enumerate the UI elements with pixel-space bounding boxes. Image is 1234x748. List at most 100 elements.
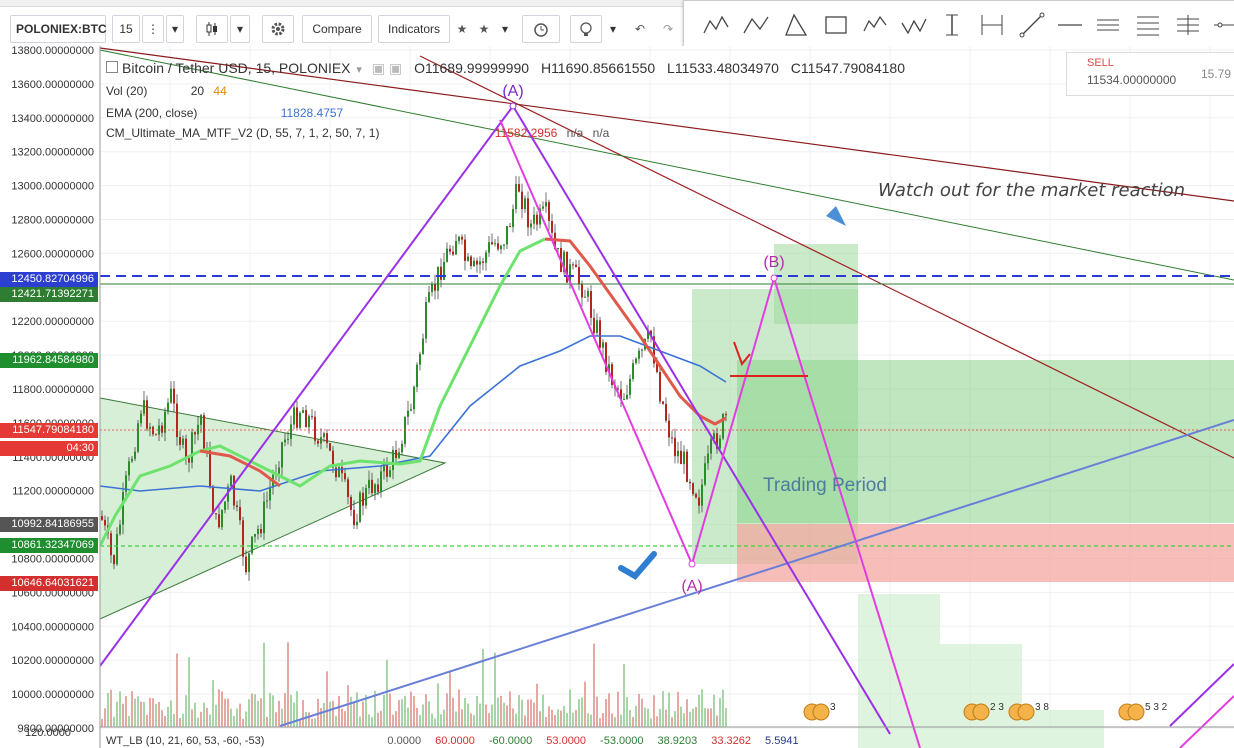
cm-ma-name[interactable]: CM_Ultimate_MA_MTF_V2 (D, 55, 7, 1, 2, 5… — [106, 126, 379, 140]
parallel-channel-icon[interactable] — [1094, 11, 1122, 39]
volume-bar — [632, 717, 634, 727]
candle-body — [659, 372, 661, 402]
candle-body — [263, 501, 265, 534]
wt-lb-value: 5.5941 — [765, 735, 799, 747]
undo-icon[interactable]: ↶ — [627, 15, 653, 43]
candle-body — [392, 449, 394, 471]
horizontal-ray-icon[interactable] — [1056, 11, 1084, 39]
candle-body — [545, 202, 547, 207]
candle-body — [425, 302, 427, 339]
volume-bar — [494, 652, 496, 727]
legend-title[interactable]: Bitcoin / Tether USD, 15, POLONIEX — [122, 60, 351, 76]
redo-icon[interactable]: ↷ — [655, 15, 681, 43]
volume-bar — [662, 690, 664, 727]
symbol-search[interactable]: POLONIEX:BTC — [10, 15, 107, 43]
candle-body — [626, 394, 628, 399]
candle-body — [230, 475, 232, 487]
template-star-icon[interactable]: ★ — [474, 15, 494, 43]
volume-bar — [341, 708, 343, 727]
abcd-pattern-icon[interactable] — [742, 11, 770, 39]
sell-order-panel[interactable]: SELL 11534.00000000 15.79 — [1066, 52, 1234, 96]
alert-clock-icon[interactable] — [522, 15, 560, 43]
volume-value-1: 20 — [190, 84, 205, 98]
event-flag-icon[interactable] — [1017, 703, 1035, 721]
candle-body — [575, 264, 577, 268]
volume-bar — [266, 716, 268, 727]
event-flag-icon[interactable] — [812, 703, 830, 721]
candle-body — [158, 425, 160, 435]
sell-price[interactable]: 11534.00000000 — [1087, 73, 1176, 87]
candle-body — [401, 443, 403, 453]
volume-bar — [245, 711, 247, 727]
interval-dropdown-icon[interactable]: ▾ — [166, 15, 184, 43]
label-b: (B) — [763, 254, 784, 271]
candle-body — [221, 509, 223, 528]
date-range-icon[interactable] — [978, 11, 1006, 39]
more-menu-icon[interactable]: ⋮ — [142, 15, 164, 43]
volume-bar — [194, 702, 196, 727]
volume-bar — [152, 698, 154, 727]
pivot-point-a-top[interactable] — [509, 102, 517, 110]
event-flag-icon[interactable] — [1127, 703, 1145, 721]
candle-body — [584, 296, 586, 298]
template-dropdown-icon[interactable]: ▾ — [496, 15, 514, 43]
style-dropdown-icon[interactable]: ▾ — [230, 15, 250, 43]
volume-bar — [566, 713, 568, 727]
candle-body — [521, 191, 523, 210]
replay-bulb-icon[interactable] — [570, 15, 602, 43]
compare-button[interactable]: Compare — [302, 15, 372, 43]
fib-retracement-icon[interactable] — [1134, 11, 1162, 39]
price-tick-label: 10200.00000000 — [11, 655, 94, 667]
volume-bar — [158, 702, 160, 727]
candle-body — [434, 284, 436, 291]
chart-pane[interactable]: 3 2 3 3 8 5 3 2 (A) (B) (A) Watch out for t… — [0, 45, 1234, 748]
triangle-pattern-icon[interactable] — [782, 11, 810, 39]
sell-label[interactable]: SELL — [1087, 57, 1114, 69]
legend-collapse-icon[interactable] — [106, 61, 118, 73]
legend-wt-lb: WT_LB (10, 21, 60, 53, -60, -53) 0.0000 6… — [106, 735, 813, 747]
settings-gear-icon[interactable] — [262, 15, 294, 43]
interval-selector[interactable]: 15 — [112, 15, 140, 43]
candle-body — [527, 198, 529, 228]
text-cursor-icon[interactable] — [938, 11, 966, 39]
legend-dropdown-icon[interactable]: ▾ — [356, 64, 362, 76]
candle-body — [233, 475, 235, 506]
volume-bar — [620, 714, 622, 727]
candle-body — [488, 242, 490, 253]
xabcd-pattern-icon[interactable] — [702, 11, 730, 39]
trend-line-icon[interactable] — [1018, 11, 1046, 39]
candles-style-icon[interactable] — [196, 15, 228, 43]
pivot-point-b[interactable] — [770, 274, 778, 282]
candle-body — [281, 442, 283, 468]
candle-body — [443, 261, 445, 280]
candle-body — [104, 519, 106, 526]
wxyz-wave-icon[interactable] — [900, 11, 928, 39]
ema-name[interactable]: EMA (200, close) — [106, 106, 197, 120]
volume-bar — [242, 718, 244, 727]
legend-actions-icon[interactable]: ▣ ▣ — [372, 60, 402, 76]
candle-body — [491, 242, 493, 245]
volume-bar — [671, 717, 673, 727]
replay-dropdown-icon[interactable]: ▾ — [603, 15, 623, 43]
candle-body — [110, 533, 112, 556]
volume-bar — [629, 709, 631, 727]
volume-name[interactable]: Vol (20) — [106, 84, 147, 98]
position-tool-icon[interactable] — [1174, 11, 1202, 39]
candle-body — [692, 483, 694, 494]
candle-body — [269, 487, 271, 501]
price-chart-canvas[interactable]: 3 2 3 3 8 5 3 2 (A) (B) (A) Watch out for t… — [0, 45, 1234, 748]
price-tick-label: 13400.00000000 — [11, 113, 94, 125]
pivot-point-a-bottom[interactable] — [688, 560, 696, 568]
elliott-wave-icon[interactable] — [862, 11, 890, 39]
candle-body — [368, 479, 370, 489]
candle-body — [218, 514, 220, 528]
more-tools-icon[interactable] — [1210, 11, 1234, 39]
volume-bar — [719, 697, 721, 727]
favorite-star-icon[interactable]: ★ — [452, 15, 472, 43]
indicators-button[interactable]: Indicators — [378, 15, 450, 43]
volume-bar — [113, 716, 115, 727]
candle-body — [506, 226, 508, 245]
rectangle-tool-icon[interactable] — [822, 11, 850, 39]
wt-lb-name[interactable]: WT_LB (10, 21, 60, 53, -60, -53) — [106, 735, 264, 747]
event-flag-icon[interactable] — [972, 703, 990, 721]
